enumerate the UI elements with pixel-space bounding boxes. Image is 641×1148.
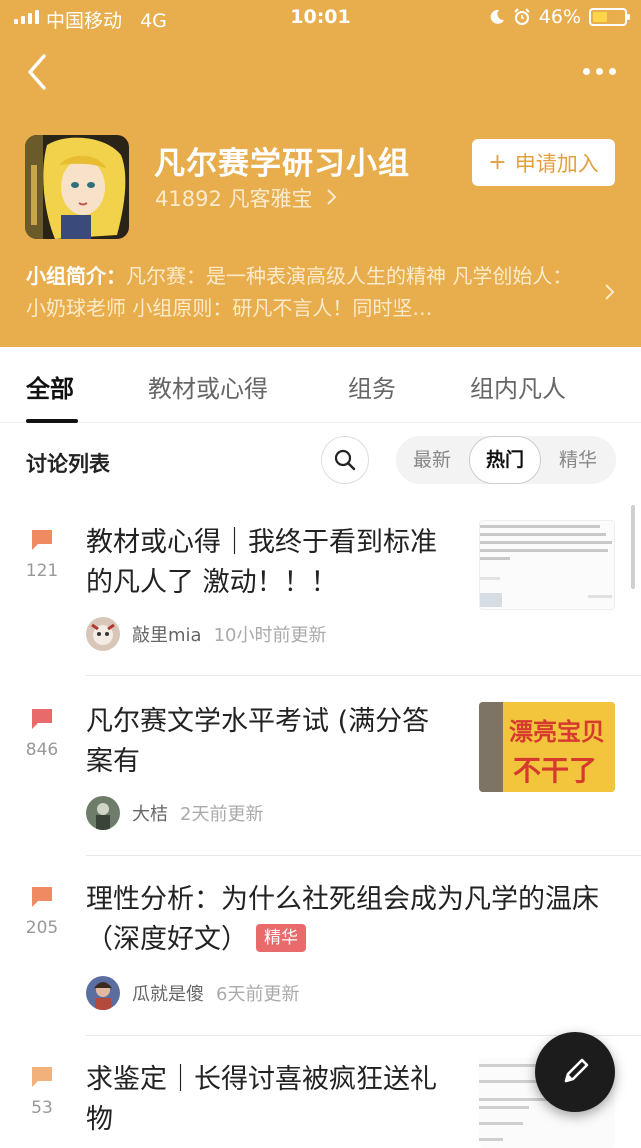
- thumbnail-text: 不干了: [513, 754, 597, 787]
- compose-post-button[interactable]: [535, 1032, 615, 1112]
- battery-icon: [589, 8, 630, 26]
- author-avatar[interactable]: [86, 617, 120, 651]
- post-meta: 敲里mia 10小时前更新: [86, 617, 326, 651]
- plus-icon: +: [488, 150, 507, 175]
- tab-affairs[interactable]: 组务: [348, 369, 396, 404]
- pencil-icon: [564, 1058, 589, 1083]
- tab-all[interactable]: 全部: [26, 369, 74, 404]
- list-title: 讨论列表: [26, 452, 110, 476]
- sort-latest[interactable]: 最新: [396, 436, 468, 484]
- back-icon[interactable]: [22, 52, 58, 92]
- group-intro[interactable]: 小组简介：凡尔赛：是一种表演高级人生的精神 凡学创始人：小奶球老师 小组原则：研…: [26, 260, 586, 324]
- post-title[interactable]: 理性分析：为什么社死组会成为凡学的温床（深度好文） 精华: [86, 880, 606, 960]
- comment-count: 205: [25, 918, 59, 938]
- comment-count: 121: [25, 561, 59, 581]
- comment-icon: [32, 530, 52, 550]
- comment-count: 53: [31, 1098, 53, 1118]
- tab-members[interactable]: 组内凡人: [470, 369, 566, 404]
- divider: [86, 855, 641, 856]
- post-meta: 瓜就是傻 6天前更新: [86, 976, 299, 1010]
- group-avatar: [25, 135, 129, 239]
- tab-materials[interactable]: 教材或心得: [148, 369, 268, 404]
- moon-icon: [490, 9, 504, 24]
- update-time: 10小时前更新: [213, 625, 327, 646]
- search-button[interactable]: [321, 436, 369, 484]
- tab-bar: 全部 教材或心得 组务 组内凡人: [0, 347, 641, 423]
- group-title: 凡尔赛学研习小组: [154, 146, 410, 182]
- active-tab-indicator: [26, 419, 78, 423]
- scrollbar[interactable]: [631, 505, 635, 589]
- sort-segmented-control: 最新 热门 精华: [396, 436, 616, 484]
- author-avatar[interactable]: [86, 796, 120, 830]
- sort-featured[interactable]: 精华: [542, 436, 614, 484]
- post-title[interactable]: 教材或心得｜我终于看到标准的凡人了 激动！！！: [86, 523, 456, 603]
- intro-chevron-icon[interactable]: [603, 282, 615, 302]
- comment-icon: [32, 887, 52, 907]
- divider: [86, 675, 641, 676]
- featured-badge: 精华: [256, 923, 306, 952]
- comment-icon: [32, 1067, 52, 1087]
- battery-percent: 46%: [538, 6, 581, 28]
- status-bar: 中国移动 4G 10:01 46%: [0, 0, 641, 36]
- post-title[interactable]: 凡尔赛文学水平考试 (满分答案有: [86, 702, 456, 782]
- author-name[interactable]: 瓜就是傻: [132, 980, 204, 1006]
- join-group-button[interactable]: + 申请加入: [472, 139, 615, 186]
- update-time: 2天前更新: [180, 804, 264, 825]
- search-icon: [334, 449, 356, 471]
- alarm-icon: [514, 8, 530, 25]
- group-header: 中国移动 4G 10:01 46% 凡尔赛学研习小组 41892 凡客雅宝 + …: [0, 0, 641, 347]
- join-label: 申请加入: [514, 151, 599, 176]
- sort-hot[interactable]: 热门: [469, 436, 541, 484]
- update-time: 6天前更新: [216, 984, 300, 1005]
- member-count-link[interactable]: 41892 凡客雅宝: [155, 183, 337, 213]
- comment-icon: [32, 709, 52, 729]
- post-thumbnail[interactable]: 漂亮宝贝 不干了: [479, 702, 615, 792]
- author-avatar[interactable]: [86, 976, 120, 1010]
- chevron-right-icon: [327, 189, 337, 205]
- more-icon[interactable]: [579, 58, 619, 84]
- author-name[interactable]: 大桔: [132, 800, 168, 826]
- post-meta: 大桔 2天前更新: [86, 796, 263, 830]
- post-thumbnail[interactable]: [479, 520, 615, 610]
- thumbnail-text: 漂亮宝贝: [509, 718, 605, 746]
- post-title[interactable]: 求鉴定｜长得讨喜被疯狂送礼物: [86, 1060, 456, 1140]
- comment-count: 846: [25, 740, 59, 760]
- post-title-text: 理性分析：为什么社死组会成为凡学的温床（深度好文）: [86, 884, 599, 955]
- member-count: 41892 凡客雅宝: [155, 187, 313, 211]
- intro-label: 小组简介：: [26, 264, 126, 288]
- author-name[interactable]: 敲里mia: [132, 621, 202, 647]
